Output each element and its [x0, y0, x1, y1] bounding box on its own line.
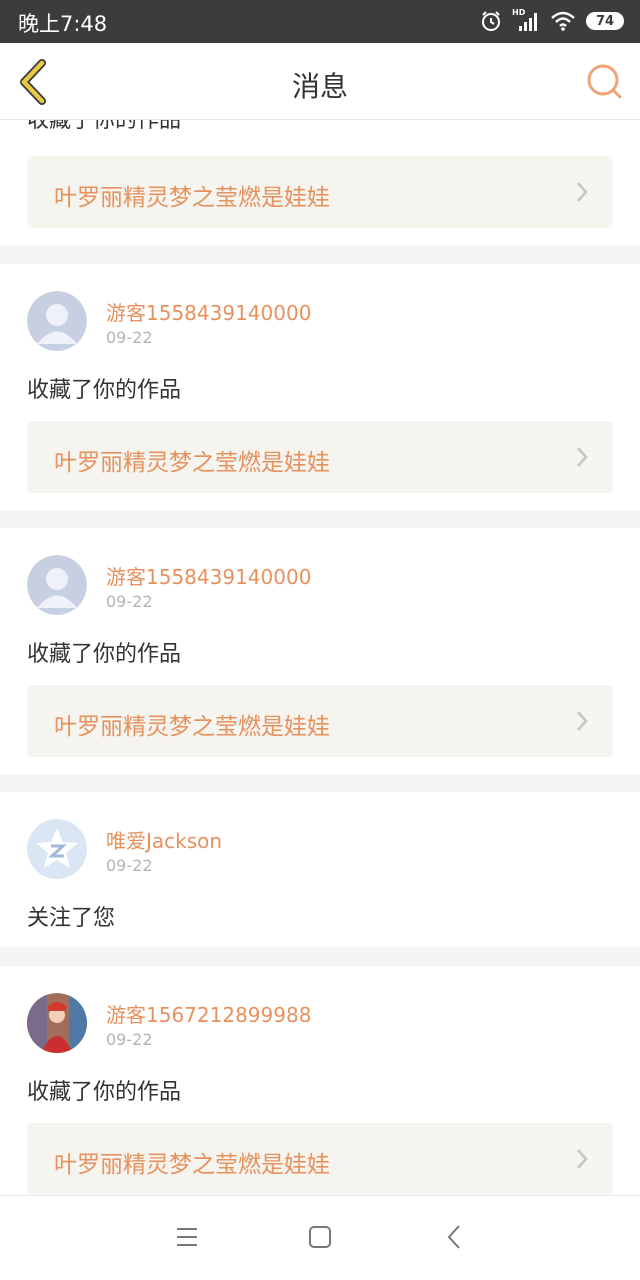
wifi-icon [551, 11, 575, 31]
search-icon[interactable] [584, 61, 624, 101]
system-nav-bar [0, 1195, 640, 1280]
menu-icon[interactable] [172, 1222, 202, 1252]
message-card: 游客1558439140000 09-22 收藏了你的作品 叶罗丽精灵梦之莹燃是… [0, 264, 640, 510]
work-title: 叶罗丽精灵梦之莹燃是娃娃 [54, 1152, 330, 1178]
status-icons: HD 74 [480, 8, 624, 33]
chevron-right-icon [577, 711, 588, 731]
username[interactable]: 游客1558439140000 [106, 561, 311, 590]
message-action-text: 收藏了你的作品 [27, 378, 182, 403]
chevron-right-icon [577, 447, 588, 467]
default-avatar-icon [27, 555, 87, 615]
message-card: 游客1558439140000 09-22 收藏了你的作品 叶罗丽精灵梦之莹燃是… [0, 528, 640, 774]
home-square-icon[interactable] [305, 1222, 335, 1252]
username[interactable]: 唯爱Jackson [106, 825, 222, 854]
message-date: 09-22 [106, 1030, 153, 1049]
battery-indicator: 74 [586, 12, 624, 30]
work-title: 叶罗丽精灵梦之莹燃是娃娃 [54, 185, 330, 211]
message-action-text: 收藏了你的作品 [27, 120, 182, 133]
avatar[interactable] [27, 291, 87, 351]
alarm-icon [482, 11, 500, 31]
signal-indicator: HD [512, 8, 540, 32]
nav-back-icon[interactable] [440, 1222, 470, 1252]
message-card-partial: 收藏了你的作品 叶罗丽精灵梦之莹燃是娃娃 [0, 120, 640, 245]
message-action-text: 收藏了你的作品 [27, 1080, 182, 1105]
chevron-right-icon [577, 1149, 588, 1169]
message-date: 09-22 [106, 856, 153, 875]
message-action-text: 收藏了你的作品 [27, 642, 182, 667]
username[interactable]: 游客1558439140000 [106, 297, 311, 326]
header-bar: 消息 [0, 43, 640, 120]
status-bar: 晚上7:48 HD 74 [0, 0, 640, 43]
message-card: 唯爱Jackson 09-22 关注了您 [0, 792, 640, 947]
message-card: 游客1567212899988 09-22 收藏了你的作品 叶罗丽精灵梦之莹燃是… [0, 966, 640, 1195]
avatar[interactable] [27, 819, 87, 879]
qq-star-avatar-icon [27, 819, 87, 879]
work-title: 叶罗丽精灵梦之莹燃是娃娃 [54, 714, 330, 740]
message-list[interactable]: 收藏了你的作品 叶罗丽精灵梦之莹燃是娃娃 游客1558439140000 09-… [0, 120, 640, 1195]
message-date: 09-22 [106, 328, 153, 347]
status-time: 晚上7:48 [18, 12, 108, 36]
chevron-right-icon [577, 182, 588, 202]
avatar[interactable] [27, 555, 87, 615]
work-link[interactable]: 叶罗丽精灵梦之莹燃是娃娃 [27, 156, 613, 228]
work-link[interactable]: 叶罗丽精灵梦之莹燃是娃娃 [27, 685, 613, 757]
page-title: 消息 [291, 70, 348, 103]
signal-icon [519, 13, 537, 31]
message-date: 09-22 [106, 592, 153, 611]
username[interactable]: 游客1567212899988 [106, 999, 311, 1028]
default-avatar-icon [27, 291, 87, 351]
work-link[interactable]: 叶罗丽精灵梦之莹燃是娃娃 [27, 1123, 613, 1195]
work-link[interactable]: 叶罗丽精灵梦之莹燃是娃娃 [27, 421, 613, 493]
avatar[interactable] [27, 993, 87, 1053]
work-title: 叶罗丽精灵梦之莹燃是娃娃 [54, 450, 330, 476]
message-action-text: 关注了您 [27, 906, 116, 931]
user-photo-avatar-icon [27, 993, 87, 1053]
